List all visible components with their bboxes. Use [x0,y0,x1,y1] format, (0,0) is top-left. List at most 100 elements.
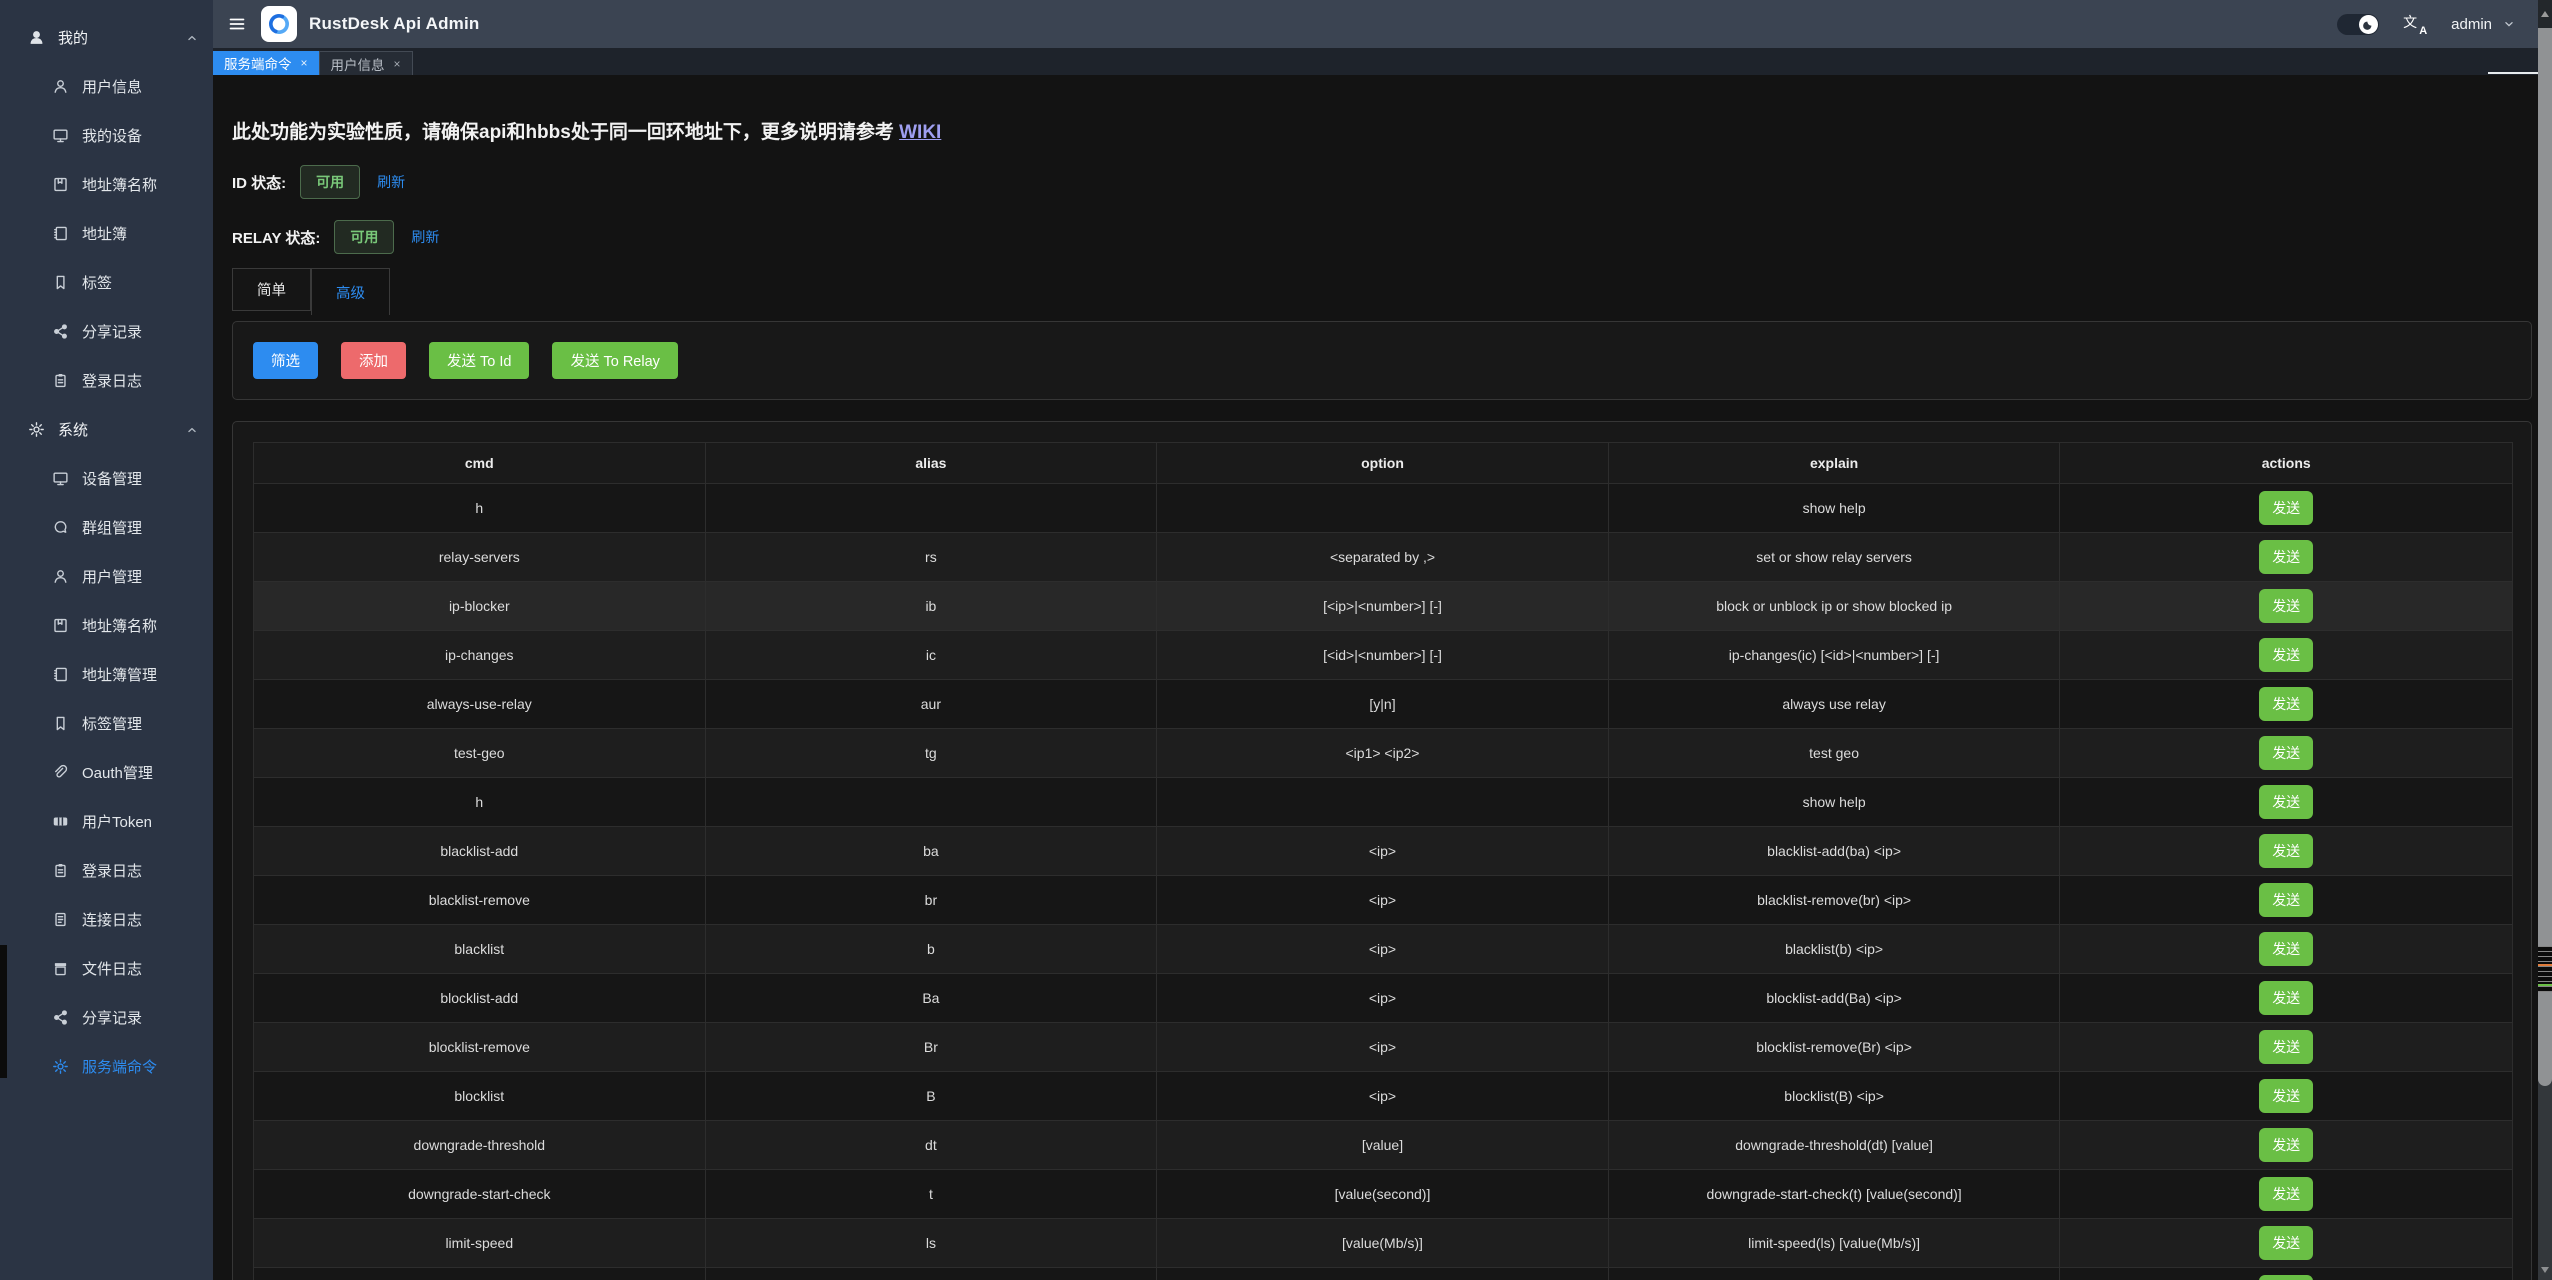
cell-actions: 发送 [2060,582,2512,630]
page-scrollbar[interactable] [2538,0,2552,1280]
toolbar-button-2[interactable]: 发送 To Id [429,342,529,379]
monitor-icon [52,127,69,144]
send-button[interactable]: 发送 [2259,932,2313,966]
mode-tab-1[interactable]: 高级 [311,268,390,315]
sidebar-item-1-8[interactable]: 登录日志 [0,846,213,895]
cell-option: [y|n] [1157,680,1609,728]
sidebar-item-1-3[interactable]: 地址簿名称 [0,601,213,650]
send-button[interactable]: 发送 [2259,638,2313,672]
cell-cmd: blacklist-add [254,827,706,875]
sidebar-item-1-5[interactable]: 标签管理 [0,699,213,748]
language-switch-icon[interactable]: 文A [2403,14,2425,34]
open-tab-0[interactable]: 服务端命令× [213,51,319,75]
menu-toggle-icon[interactable] [227,14,247,34]
notice-text: 此处功能为实验性质，请确保api和hbbs处于同一回环地址下，更多说明请参考 [232,122,899,143]
sidebar-item-0-2[interactable]: 地址簿名称 [0,160,213,209]
table-row-blacklist-remove: blacklist-removebr<ip>blacklist-remove(b… [254,876,2512,925]
wiki-link[interactable]: WIKI [899,122,941,143]
send-button[interactable]: 发送 [2259,1226,2313,1260]
close-icon[interactable]: × [394,57,401,71]
cell-cmd: downgrade-start-check [254,1170,706,1218]
sidebar-item-label: 标签 [82,272,112,293]
cell-cmd: ip-changes [254,631,706,679]
cell-explain: downgrade-threshold(dt) [value] [1609,1121,2061,1169]
share-icon [52,323,69,340]
cell-actions: 发送 [2060,1121,2512,1169]
chevron-down-icon[interactable] [2502,17,2516,31]
cell-alias: tb [706,1268,1158,1280]
sidebar-item-0-1[interactable]: 我的设备 [0,111,213,160]
cell-option: [value(Mb/s)] [1157,1268,1609,1280]
sidebar-item-label: 标签管理 [82,713,142,734]
sidebar-item-0-5[interactable]: 分享记录 [0,307,213,356]
toolbar-button-3[interactable]: 发送 To Relay [552,342,677,379]
dark-mode-toggle[interactable] [2337,14,2379,35]
sidebar-item-label: 用户管理 [82,566,142,587]
send-button[interactable]: 发送 [2259,687,2313,721]
sidebar-item-1-11[interactable]: 分享记录 [0,993,213,1042]
sidebar-item-1-1[interactable]: 群组管理 [0,503,213,552]
cell-option: [value(second)] [1157,1170,1609,1218]
sidebar-item-1-0[interactable]: 设备管理 [0,454,213,503]
cell-alias: B [706,1072,1158,1120]
scrollbar-down-arrow[interactable] [2538,1262,2552,1278]
sidebar-item-1-9[interactable]: 连接日志 [0,895,213,944]
send-button[interactable]: 发送 [2259,540,2313,574]
table-row-blacklist-add: blacklist-addba<ip>blacklist-add(ba) <ip… [254,827,2512,876]
sidebar-item-1-7[interactable]: 用户Token [0,797,213,846]
send-button[interactable]: 发送 [2259,736,2313,770]
send-button[interactable]: 发送 [2259,1079,2313,1113]
sidebar-item-label: 分享记录 [82,321,142,342]
sidebar-item-label: 地址簿名称 [82,174,157,195]
cell-option: <ip> [1157,876,1609,924]
sidebar-item-label: 分享记录 [82,1007,142,1028]
cell-option: <ip1> <ip2> [1157,729,1609,777]
close-icon[interactable]: × [301,56,308,70]
send-button[interactable]: 发送 [2259,1030,2313,1064]
sidebar-item-1-4[interactable]: 地址簿管理 [0,650,213,699]
send-button[interactable]: 发送 [2259,1177,2313,1211]
toolbar-button-1[interactable]: 添加 [341,342,406,379]
cell-option: <ip> [1157,974,1609,1022]
sidebar-item-label: 用户信息 [82,76,142,97]
sidebar-item-1-2[interactable]: 用户管理 [0,552,213,601]
bookmark-icon [52,274,69,291]
sidebar-item-1-10[interactable]: 文件日志 [0,944,213,993]
id-status-badge[interactable]: 可用 [300,165,360,199]
gear-icon [52,1058,69,1075]
sidebar-item-1-6[interactable]: Oauth管理 [0,748,213,797]
send-button[interactable]: 发送 [2259,589,2313,623]
send-button[interactable]: 发送 [2259,834,2313,868]
relay-status-badge[interactable]: 可用 [334,220,394,254]
relay-status-row: RELAY 状态: 可用 刷新 [232,220,2538,254]
toolbar-button-0[interactable]: 筛选 [253,342,318,379]
send-button[interactable]: 发送 [2259,981,2313,1015]
sidebar-section-header-1[interactable]: 系统 [0,405,213,454]
table-row-blacklist: blacklistb<ip>blacklist(b) <ip>发送 [254,925,2512,974]
bookmark-icon [52,715,69,732]
command-table-panel: cmdaliasoptionexplainactionshshow help发送… [232,421,2532,1280]
cell-alias: br [706,876,1158,924]
sidebar-item-0-4[interactable]: 标签 [0,258,213,307]
send-button[interactable]: 发送 [2259,491,2313,525]
cell-option: [<id>|<number>] [-] [1157,631,1609,679]
sidebar-item-1-12[interactable]: 服务端命令 [0,1042,213,1091]
send-button[interactable]: 发送 [2259,1275,2313,1280]
scrollbar-up-arrow[interactable] [2538,0,2552,28]
user-menu[interactable]: admin [2451,16,2492,33]
mode-tab-0[interactable]: 简单 [232,268,311,311]
id-refresh-link[interactable]: 刷新 [377,172,405,192]
sidebar-item-0-0[interactable]: 用户信息 [0,62,213,111]
relay-refresh-link[interactable]: 刷新 [411,227,439,247]
sidebar-section-header-0[interactable]: 我的 [0,13,213,62]
sidebar-item-0-3[interactable]: 地址簿 [0,209,213,258]
send-button[interactable]: 发送 [2259,785,2313,819]
open-tab-1[interactable]: 用户信息× [319,51,413,75]
scrollbar-thumb[interactable] [2538,28,2552,1086]
send-button[interactable]: 发送 [2259,1128,2313,1162]
cell-actions: 发送 [2060,1170,2512,1218]
sidebar-item-0-6[interactable]: 登录日志 [0,356,213,405]
column-header: cmd [254,443,706,483]
send-button[interactable]: 发送 [2259,883,2313,917]
cell-alias: tg [706,729,1158,777]
